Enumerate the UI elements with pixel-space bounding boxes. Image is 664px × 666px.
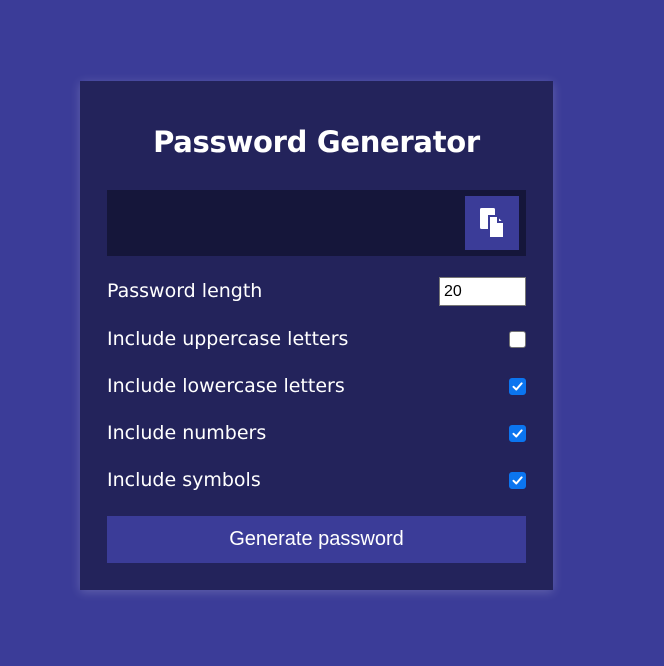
lowercase-label: Include lowercase letters	[107, 375, 345, 397]
page-title: Password Generator	[153, 125, 480, 159]
setting-password-length: Password length	[107, 277, 526, 307]
setting-numbers: Include numbers	[107, 419, 526, 449]
numbers-label: Include numbers	[107, 422, 267, 444]
setting-symbols: Include symbols	[107, 466, 526, 496]
uppercase-checkbox[interactable]	[509, 331, 526, 348]
password-generator-card: Password Generator Password length Inclu…	[80, 81, 553, 590]
uppercase-label: Include uppercase letters	[107, 328, 349, 350]
symbols-label: Include symbols	[107, 469, 261, 491]
numbers-checkbox[interactable]	[509, 425, 526, 442]
setting-uppercase: Include uppercase letters	[107, 325, 526, 355]
symbols-checkbox[interactable]	[509, 472, 526, 489]
clipboard-icon	[480, 208, 505, 238]
setting-lowercase: Include lowercase letters	[107, 372, 526, 402]
password-result-box	[107, 190, 526, 256]
checkmark-icon	[512, 476, 523, 485]
generate-password-button[interactable]: Generate password	[107, 516, 526, 563]
password-length-label: Password length	[107, 280, 263, 302]
password-length-input[interactable]	[439, 277, 526, 306]
lowercase-checkbox[interactable]	[509, 378, 526, 395]
copy-to-clipboard-button[interactable]	[465, 196, 519, 250]
checkmark-icon	[512, 382, 523, 391]
checkmark-icon	[512, 429, 523, 438]
